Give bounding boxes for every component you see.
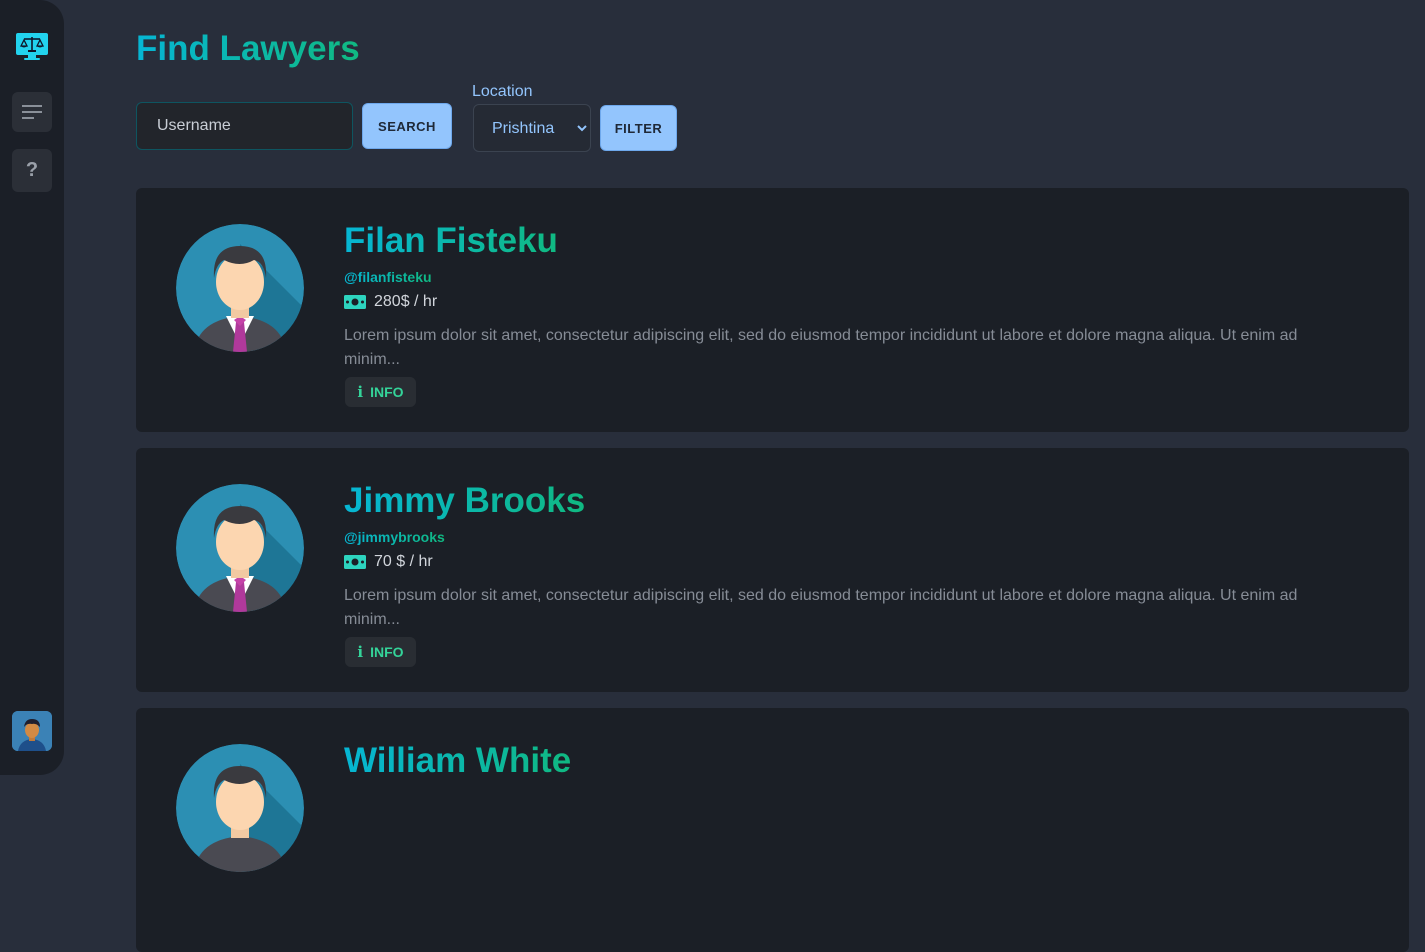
menu-button[interactable] xyxy=(12,92,52,132)
lawyer-avatar-icon xyxy=(176,484,304,612)
sidebar: ? xyxy=(0,0,64,775)
lawyer-card: Filan Fisteku @filanfisteku 280$ / hr Lo… xyxy=(136,188,1409,432)
lawyer-avatar xyxy=(176,744,304,872)
location-label: Location xyxy=(472,83,533,100)
filter-button[interactable]: FILTER xyxy=(600,105,677,151)
lawyer-avatar-icon xyxy=(176,744,304,872)
info-button-label: INFO xyxy=(370,644,404,660)
page-title: Find Lawyers xyxy=(136,29,360,68)
menu-lines-icon xyxy=(22,105,42,119)
lawyer-description: Lorem ipsum dolor sit amet, consectetur … xyxy=(344,587,1298,628)
lawyer-name[interactable]: Filan Fisteku xyxy=(344,220,558,262)
lawyer-name[interactable]: Jimmy Brooks xyxy=(344,480,585,522)
lawyer-avatar xyxy=(176,484,304,612)
lawyer-username: @filanfisteku xyxy=(344,269,432,285)
search-input[interactable] xyxy=(136,102,353,150)
money-bill-icon xyxy=(344,555,366,569)
lawyer-avatar xyxy=(176,224,304,352)
info-button-label: INFO xyxy=(370,384,404,400)
info-button[interactable]: i INFO xyxy=(345,377,416,407)
lawyer-scale-monitor-icon[interactable] xyxy=(15,31,49,63)
lawyer-rate: 70 $ / hr xyxy=(344,553,433,571)
lawyer-description: Lorem ipsum dolor sit amet, consectetur … xyxy=(344,327,1298,368)
info-icon: i xyxy=(357,383,364,401)
money-bill-icon xyxy=(344,295,366,309)
lawyer-card: William White xyxy=(136,708,1409,952)
lawyer-rate-text: 70 $ / hr xyxy=(374,553,433,570)
lawyer-rate-text: 280$ / hr xyxy=(374,293,438,310)
user-avatar-icon[interactable] xyxy=(12,711,52,751)
lawyer-username: @jimmybrooks xyxy=(344,529,445,545)
lawyer-card: Jimmy Brooks @jimmybrooks 70 $ / hr Lore… xyxy=(136,448,1409,692)
location-select[interactable]: Prishtina xyxy=(473,104,591,152)
lawyer-rate: 280$ / hr xyxy=(344,293,437,311)
lawyer-name[interactable]: William White xyxy=(344,740,571,782)
info-button[interactable]: i INFO xyxy=(345,637,416,667)
info-icon: i xyxy=(357,643,364,661)
help-button[interactable]: ? xyxy=(12,149,52,192)
lawyer-avatar-icon xyxy=(176,224,304,352)
question-mark-icon: ? xyxy=(25,159,39,181)
search-button[interactable]: SEARCH xyxy=(362,103,452,149)
